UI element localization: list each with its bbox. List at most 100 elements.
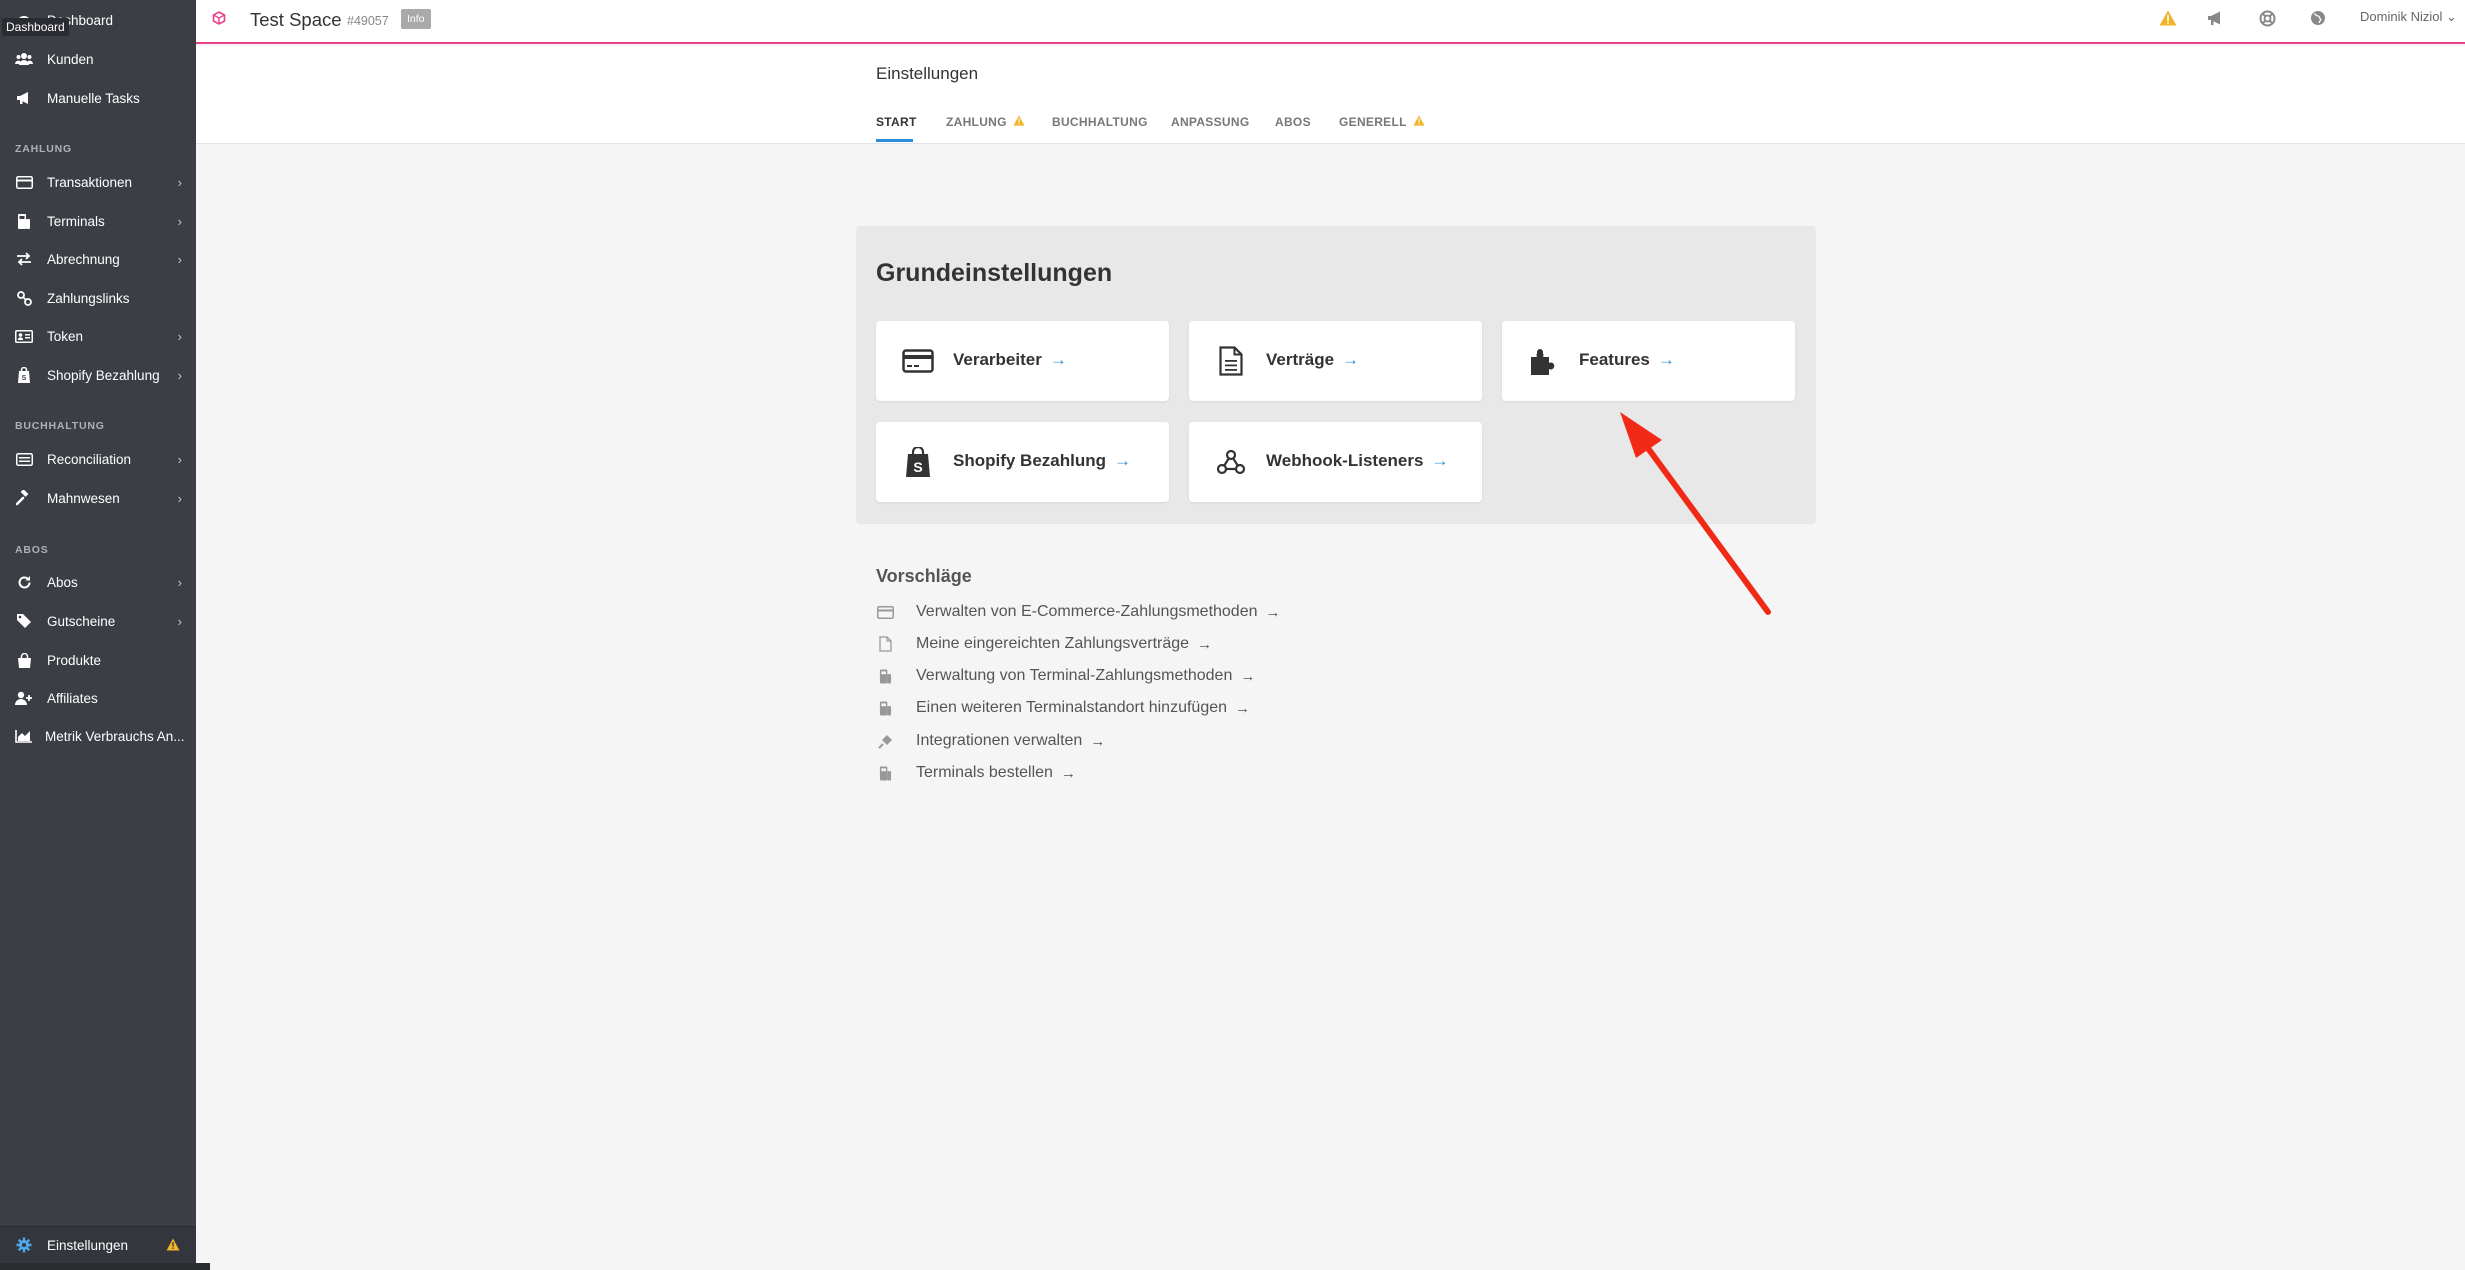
sidebar-item-metrik[interactable]: Metrik Verbrauchs An...	[0, 721, 196, 751]
chevron-right-icon: ›	[177, 451, 182, 467]
sidebar-item-terminals[interactable]: Terminals ›	[0, 206, 196, 236]
suggestion-item[interactable]: Einen weiteren Terminalstandort hinzufüg…	[876, 697, 1250, 719]
globe-icon[interactable]	[2306, 6, 2330, 30]
suggestion-item[interactable]: Integrationen verwalten →	[876, 730, 1105, 752]
sidebar-item-produkte[interactable]: Produkte	[0, 645, 196, 675]
tab-label: ANPASSUNG	[1171, 115, 1250, 129]
card-verarbeiter[interactable]: Verarbeiter →	[876, 321, 1169, 401]
suggestion-item[interactable]: Verwalten von E-Commerce-Zahlungsmethode…	[876, 601, 1281, 623]
arrow-right-icon: →	[1049, 350, 1067, 369]
sidebar-item-label: Mahnwesen	[47, 490, 120, 506]
sidebar-item-transaktionen[interactable]: Transaktionen ›	[0, 167, 196, 197]
card-label: Webhook-Listeners →	[1266, 451, 1449, 470]
tab-zahlung[interactable]: ZAHLUNG	[946, 115, 1025, 129]
annotation-arrow	[1620, 412, 1771, 615]
sidebar-section-abos: ABOS	[15, 544, 49, 556]
list-card-icon	[14, 449, 34, 469]
chevron-right-icon: ›	[177, 367, 182, 383]
user-menu[interactable]: Dominik Niziol ⌄	[2360, 9, 2457, 25]
arrow-right-icon: →	[1657, 350, 1675, 369]
document-icon	[1215, 346, 1247, 376]
sidebar-item-manuelle-tasks[interactable]: Manuelle Tasks	[0, 83, 196, 113]
sidebar-item-label: Transaktionen	[47, 174, 133, 190]
area-chart-icon	[14, 726, 34, 746]
bag-icon	[14, 650, 34, 670]
suggestion-label: Integrationen verwalten	[916, 732, 1083, 749]
chevron-right-icon: ›	[177, 174, 182, 190]
shopify-bag-icon: S	[902, 447, 934, 477]
suggestion-item[interactable]: Terminals bestellen →	[876, 762, 1076, 784]
terminal-icon	[876, 699, 894, 717]
card-label: Shopify Bezahlung →	[953, 451, 1131, 470]
tab-anpassung[interactable]: ANPASSUNG	[1171, 115, 1250, 129]
sidebar: Dashboard Dashboard Kunden Manuelle Task…	[0, 0, 210, 1270]
card-webhook-listeners[interactable]: Webhook-Listeners →	[1189, 422, 1482, 502]
lifebuoy-icon[interactable]	[2255, 6, 2279, 30]
megaphone-icon[interactable]	[2203, 6, 2227, 30]
document-icon	[876, 635, 894, 653]
suggestion-label: Verwaltung von Terminal-Zahlungsmethoden	[916, 667, 1233, 684]
sidebar-item-shopify-bezahlung[interactable]: S Shopify Bezahlung ›	[0, 360, 196, 390]
space-title[interactable]: Test Space	[250, 9, 342, 31]
arrow-right-icon: →	[1265, 603, 1281, 621]
suggestion-item[interactable]: Verwaltung von Terminal-Zahlungsmethoden…	[876, 665, 1255, 687]
tab-buchhaltung[interactable]: BUCHHALTUNG	[1052, 115, 1148, 129]
sidebar-item-mahnwesen[interactable]: Mahnwesen ›	[0, 483, 196, 513]
sidebar-section-buchhaltung: BUCHHALTUNG	[15, 420, 105, 432]
cube-icon	[212, 11, 226, 25]
sidebar-item-reconciliation[interactable]: Reconciliation ›	[0, 444, 196, 474]
sidebar-item-kunden[interactable]: Kunden	[0, 44, 196, 74]
svg-text:S: S	[22, 375, 27, 382]
card-label: Features →	[1579, 350, 1675, 369]
chevron-right-icon: ›	[177, 251, 182, 267]
sidebar-item-einstellungen[interactable]: Einstellungen	[0, 1226, 196, 1264]
sidebar-item-abos[interactable]: Abos ›	[0, 567, 196, 597]
chevron-right-icon: ›	[177, 490, 182, 506]
megaphone-icon	[14, 88, 34, 108]
tab-abos[interactable]: ABOS	[1275, 115, 1311, 129]
puzzle-icon	[1528, 346, 1560, 376]
refresh-icon	[14, 572, 34, 592]
tab-label: GENERELL	[1339, 115, 1407, 129]
sidebar-item-label: Gutscheine	[47, 613, 116, 629]
warning-icon	[1413, 115, 1425, 129]
active-tab-indicator	[876, 139, 913, 142]
arrow-right-icon: →	[1114, 451, 1131, 470]
sidebar-item-token[interactable]: Token ›	[0, 321, 196, 351]
sidebar-item-gutscheine[interactable]: Gutscheine ›	[0, 606, 196, 636]
svg-text:S: S	[913, 459, 922, 475]
terminal-icon	[14, 211, 34, 231]
arrow-right-icon: →	[1060, 764, 1076, 782]
warning-icon	[1013, 115, 1025, 129]
terminal-icon	[876, 764, 894, 782]
sidebar-item-label: Token	[47, 328, 84, 344]
info-badge[interactable]: Info	[401, 9, 431, 29]
credit-card-icon	[14, 172, 34, 192]
card-shopify-bezahlung[interactable]: S Shopify Bezahlung →	[876, 422, 1169, 502]
footer-strip	[0, 1263, 210, 1270]
card-vertraege[interactable]: Verträge →	[1189, 321, 1482, 401]
sidebar-item-label: Terminals	[47, 213, 105, 229]
users-icon	[14, 49, 34, 69]
arrow-right-icon: →	[1197, 635, 1213, 653]
gavel-icon	[14, 488, 34, 508]
card-label: Verträge →	[1266, 350, 1360, 369]
plug-icon	[876, 732, 894, 750]
sidebar-item-zahlungslinks[interactable]: Zahlungslinks	[0, 283, 196, 313]
suggestion-item[interactable]: Meine eingereichten Zahlungsverträge →	[876, 633, 1212, 655]
suggestion-label: Terminals bestellen	[916, 764, 1053, 781]
chevron-right-icon: ›	[177, 213, 182, 229]
warning-icon[interactable]	[2156, 6, 2180, 30]
sidebar-section-zahlung: ZAHLUNG	[15, 143, 72, 155]
arrow-right-icon: →	[1431, 451, 1449, 470]
tab-start[interactable]: START	[876, 115, 917, 129]
sidebar-item-affiliates[interactable]: Affiliates	[0, 683, 196, 713]
sidebar-item-abrechnung[interactable]: Abrechnung ›	[0, 244, 196, 274]
exchange-icon	[14, 249, 34, 269]
chevron-right-icon: ›	[177, 328, 182, 344]
chevron-right-icon: ›	[177, 613, 182, 629]
suggestion-label: Verwalten von E-Commerce-Zahlungsmethode…	[916, 603, 1258, 620]
tab-generell[interactable]: GENERELL	[1339, 115, 1425, 129]
arrow-right-icon: →	[1235, 699, 1251, 717]
card-features[interactable]: Features →	[1502, 321, 1795, 401]
